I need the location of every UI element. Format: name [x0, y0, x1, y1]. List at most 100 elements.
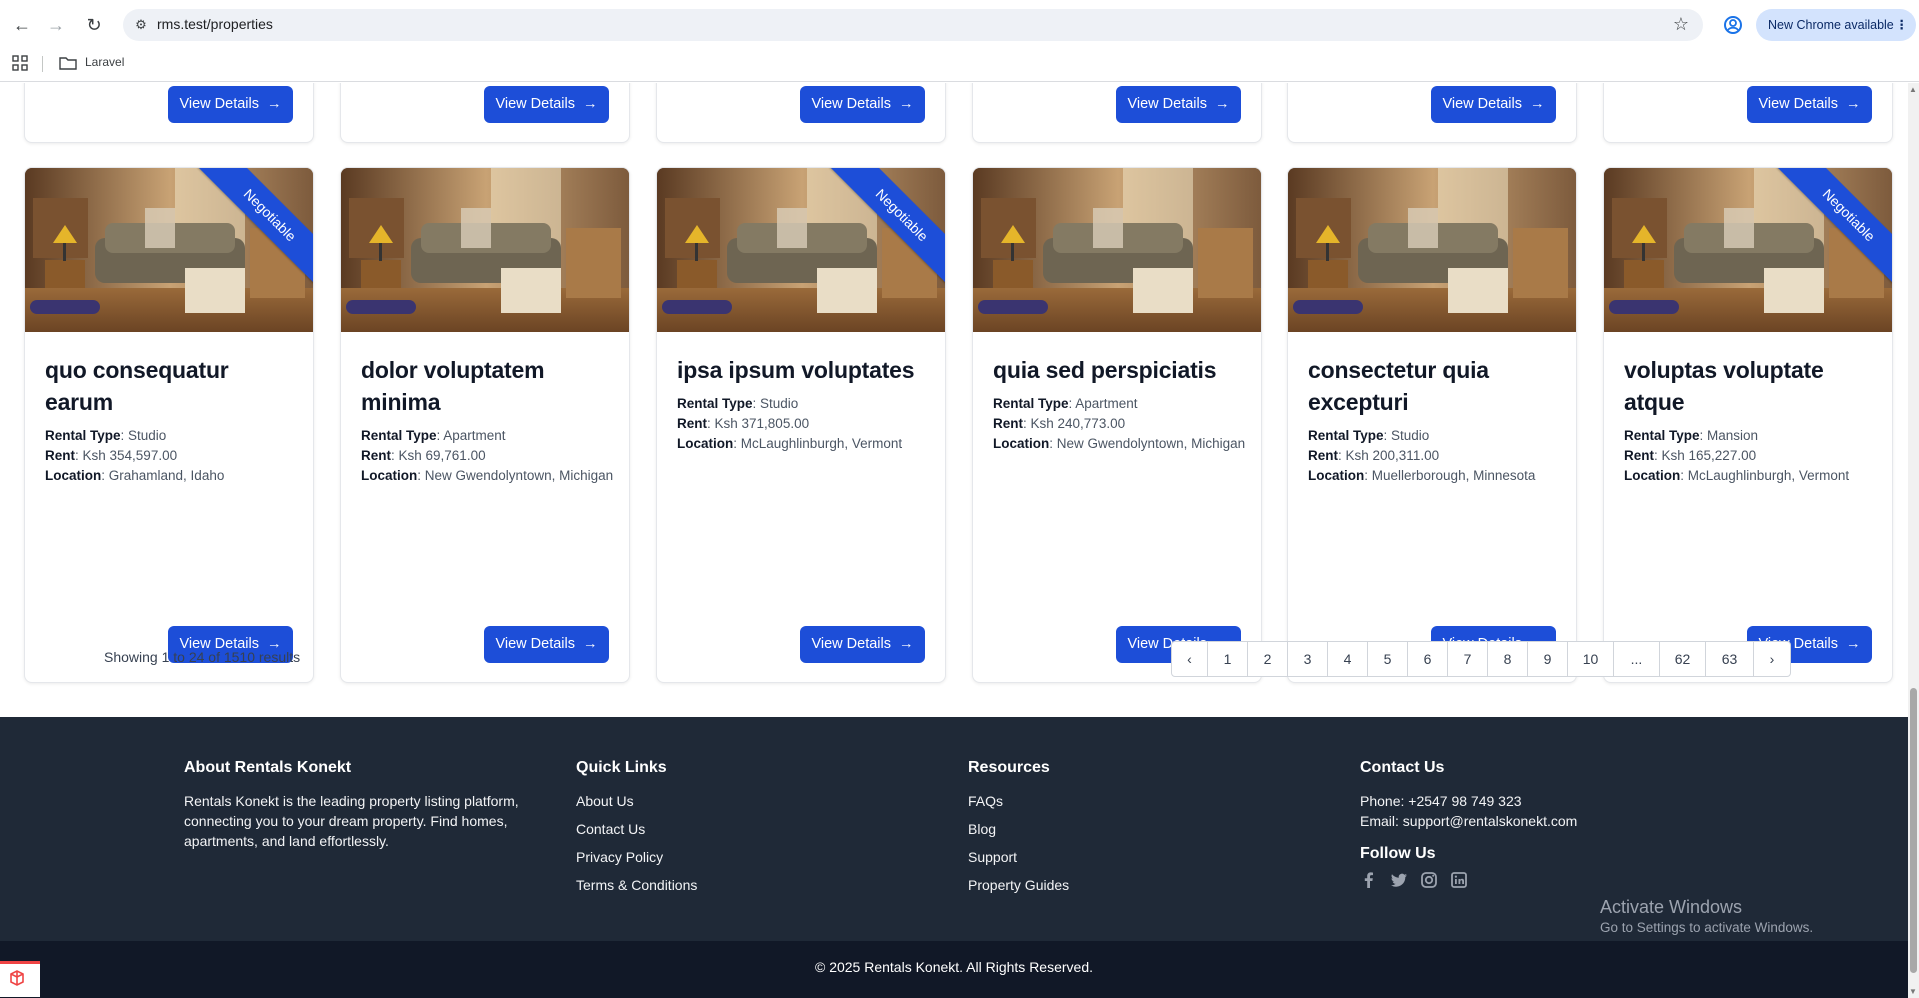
property-title[interactable]: quia sed perspiciatis — [993, 354, 1248, 386]
property-card-body: dolor voluptatem minima Rental Type: Apar… — [361, 354, 616, 486]
next-page-icon[interactable]: › — [1754, 642, 1790, 676]
property-photo[interactable]: Negotiable — [657, 168, 945, 332]
page-6[interactable]: 6 — [1408, 642, 1448, 676]
view-details-button[interactable]: View Details → — [1747, 86, 1872, 123]
profile-icon[interactable] — [1720, 12, 1746, 38]
arrow-right-icon: → — [899, 96, 914, 112]
page-3[interactable]: 3 — [1288, 642, 1328, 676]
property-photo[interactable]: Negotiable — [25, 168, 313, 332]
page-8[interactable]: 8 — [1488, 642, 1528, 676]
page-63[interactable]: 63 — [1706, 642, 1754, 676]
property-title[interactable]: dolor voluptatem minima — [361, 354, 616, 418]
bookmark-folder-laravel[interactable]: Laravel — [85, 55, 124, 69]
rent-value: Ksh 69,761.00 — [398, 448, 486, 463]
page-7[interactable]: 7 — [1448, 642, 1488, 676]
view-details-button[interactable]: View Details → — [1431, 86, 1556, 123]
scrollbar-thumb[interactable] — [1910, 688, 1917, 973]
property-rental-type: Rental Type: Studio — [677, 396, 799, 411]
footer-resources: Resources FAQs Blog Support Property Gui… — [968, 759, 1268, 903]
property-photo-art — [1288, 168, 1576, 332]
bookmarks-bar: Laravel — [0, 50, 1919, 78]
results-count: Showing 1 to 24 of 1510 results — [104, 649, 301, 665]
facebook-icon[interactable] — [1360, 871, 1378, 889]
watermark-line-1: Activate Windows — [1600, 897, 1743, 917]
footer-link-blog[interactable]: Blog — [968, 819, 1268, 839]
view-details-button[interactable]: View Details → — [484, 86, 609, 123]
property-photo[interactable]: Negotiable — [1604, 168, 1892, 332]
rental-type-label: Rental Type — [1624, 428, 1700, 443]
site-info-icon[interactable]: ⚙ — [131, 15, 151, 35]
property-card-body: ipsa ipsum voluptates Rental Type: Studio… — [677, 354, 932, 454]
reload-icon[interactable]: ↻ — [82, 13, 106, 37]
forward-icon[interactable]: → — [44, 13, 68, 37]
view-details-label: View Details — [1127, 96, 1208, 112]
property-card-body: quo consequatur earum Rental Type: Studio… — [45, 354, 300, 486]
location-label: Location — [45, 468, 102, 483]
address-bar[interactable]: ⚙ rms.test/properties ☆ — [123, 9, 1703, 41]
rent-label: Rent — [677, 416, 707, 431]
footer-link-terms[interactable]: Terms & Conditions — [576, 875, 876, 895]
footer-link-contact-us[interactable]: Contact Us — [576, 819, 876, 839]
view-details-button[interactable]: View Details → — [800, 626, 925, 663]
footer-link-property-guides[interactable]: Property Guides — [968, 875, 1268, 895]
kebab-menu-icon[interactable]: ⋮ — [1896, 9, 1909, 41]
footer-link-about-us[interactable]: About Us — [576, 791, 876, 811]
laravel-debug-badge[interactable] — [0, 961, 40, 997]
property-photo-art — [973, 168, 1261, 332]
instagram-icon[interactable] — [1420, 871, 1438, 889]
rent-value: Ksh 200,311.00 — [1345, 448, 1440, 463]
page-5[interactable]: 5 — [1368, 642, 1408, 676]
apps-grid-icon[interactable] — [12, 55, 28, 71]
property-rental-type: Rental Type: Studio — [1308, 428, 1430, 443]
page-62[interactable]: 62 — [1660, 642, 1706, 676]
property-photo[interactable] — [341, 168, 629, 332]
view-details-button[interactable]: View Details → — [800, 86, 925, 123]
rental-type-value: Studio — [760, 396, 799, 411]
arrow-right-icon: → — [583, 636, 598, 652]
back-icon[interactable]: ← — [10, 13, 34, 37]
footer-link-support[interactable]: Support — [968, 847, 1268, 867]
scroll-up-icon[interactable]: ▲ — [1909, 85, 1917, 94]
page-1[interactable]: 1 — [1208, 642, 1248, 676]
page-9[interactable]: 9 — [1528, 642, 1568, 676]
view-details-button[interactable]: View Details → — [168, 86, 293, 123]
rent-value: Ksh 165,227.00 — [1661, 448, 1757, 463]
view-details-label: View Details — [811, 96, 892, 112]
scroll-down-icon[interactable]: ▼ — [1909, 987, 1917, 996]
property-location: Location: McLaughlinburgh, Vermont — [1624, 468, 1850, 483]
property-location: Location: Muellerborough, Minnesota — [1308, 468, 1536, 483]
footer-about-text: Rentals Konekt is the leading property l… — [184, 793, 519, 849]
property-photo[interactable] — [1288, 168, 1576, 332]
view-details-button[interactable]: View Details → — [1116, 86, 1241, 123]
property-rental-type: Rental Type: Apartment — [361, 428, 506, 443]
page-10[interactable]: 10 — [1568, 642, 1614, 676]
footer-link-faqs[interactable]: FAQs — [968, 791, 1268, 811]
property-rent: Rent: Ksh 354,597.00 — [45, 448, 178, 463]
property-title[interactable]: ipsa ipsum voluptates — [677, 354, 932, 386]
property-card: Negotiable quo consequatur earum Rental Ty… — [24, 167, 314, 683]
view-details-button[interactable]: View Details → — [484, 626, 609, 663]
bookmark-star-icon[interactable]: ☆ — [1673, 14, 1689, 35]
rental-type-label: Rental Type — [1308, 428, 1384, 443]
browser-toolbar: ← → ↻ ⚙ rms.test/properties ☆ New Chrome… — [0, 5, 1919, 45]
footer-link-privacy-policy[interactable]: Privacy Policy — [576, 847, 876, 867]
property-title[interactable]: voluptas voluptate atque — [1624, 354, 1879, 418]
rental-type-value: Studio — [1391, 428, 1430, 443]
twitter-icon[interactable] — [1390, 871, 1408, 889]
property-card-body: consectetur quia excepturi Rental Type: S… — [1308, 354, 1563, 486]
page-scrollbar[interactable]: ▲ ▼ — [1908, 83, 1919, 998]
property-title[interactable]: quo consequatur earum — [45, 354, 300, 418]
page-4[interactable]: 4 — [1328, 642, 1368, 676]
update-chrome-button[interactable]: New Chrome available ⋮ — [1756, 9, 1916, 41]
linkedin-icon[interactable] — [1450, 871, 1468, 889]
url-text[interactable]: rms.test/properties — [157, 16, 273, 32]
folder-icon[interactable] — [59, 55, 77, 71]
page-2[interactable]: 2 — [1248, 642, 1288, 676]
prev-page-icon[interactable]: ‹ — [1172, 642, 1208, 676]
property-photo[interactable] — [973, 168, 1261, 332]
arrow-right-icon: → — [1215, 96, 1230, 112]
property-title[interactable]: consectetur quia excepturi — [1308, 354, 1563, 418]
rental-type-label: Rental Type — [45, 428, 121, 443]
location-label: Location — [993, 436, 1050, 451]
rental-type-value: Apartment — [1075, 396, 1138, 411]
